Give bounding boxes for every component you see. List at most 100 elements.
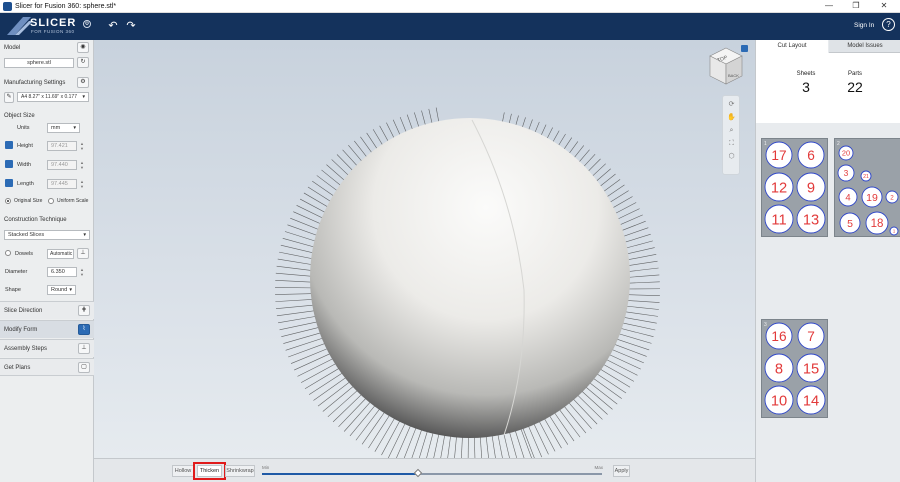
diameter-field[interactable]: 6.350 [47, 267, 77, 277]
brand-subtitle: FOR FUSION 360 [31, 29, 75, 34]
part-number: 13 [803, 212, 819, 228]
sheet-size-select[interactable]: A4 8.27" x 11.69" x 0.177 [17, 92, 89, 102]
original-size-radio[interactable] [5, 198, 11, 204]
nav-label: Slice Direction [4, 308, 43, 314]
part-number: 2 [890, 194, 894, 201]
construction-header: Construction Technique [4, 217, 67, 223]
zoom-icon[interactable]: ⌕ [727, 126, 736, 135]
part-number: 8 [775, 361, 783, 377]
width-icon [5, 160, 13, 168]
refresh-icon[interactable]: ↻ [77, 57, 89, 68]
help-button[interactable]: ? [882, 18, 895, 31]
sign-in-link[interactable]: Sign In [854, 22, 874, 29]
fit-view-icon[interactable]: ⛶ [727, 139, 736, 148]
app-icon [3, 2, 12, 11]
tab-model-issues[interactable]: Model Issues [829, 40, 900, 53]
uniform-scale-label: Uniform Scale [57, 198, 89, 204]
nav-label: Modify Form [4, 327, 38, 333]
sheet-2[interactable]: 2 20 3 21 4 19 2 5 18 1 [834, 138, 900, 237]
apply-button[interactable]: Apply [613, 465, 630, 477]
assembly-steps-icon: ⊥ [78, 343, 90, 354]
diameter-stepper[interactable]: ▲ ▼ [79, 267, 85, 277]
slice-direction-icon: ⋕ [78, 305, 90, 316]
3d-viewport[interactable]: TOP BACK ⟳ ✋ ⌕ ⛶ ⬡ [94, 40, 755, 458]
window-title: Slicer for Fusion 360: sphere.stl* [15, 3, 117, 10]
part-number: 4 [845, 192, 850, 203]
model-file-button[interactable]: sphere.stl [4, 58, 74, 68]
part-number: 14 [803, 393, 819, 409]
orbit-icon[interactable]: ⟳ [727, 100, 736, 109]
length-field[interactable]: 97.445 [47, 179, 77, 189]
part-number: 18 [871, 218, 884, 230]
eye-icon[interactable]: ◉ [77, 42, 89, 53]
view-cube-icon[interactable]: TOP BACK [706, 46, 746, 90]
viewport-menu-icon[interactable] [741, 45, 748, 52]
dowels-field[interactable]: Automatic [47, 249, 74, 259]
nav-modify-form[interactable]: Modify Form ⌇ [0, 320, 94, 338]
nav-assembly-steps[interactable]: Assembly Steps ⊥ [0, 339, 94, 357]
minimize-button[interactable]: — [822, 1, 836, 10]
slider-handle[interactable] [414, 468, 423, 478]
uniform-scale-radio[interactable] [48, 198, 54, 204]
layout-stats: Sheets 3 Parts 22 [756, 53, 900, 123]
view-toolbar: ⟳ ✋ ⌕ ⛶ ⬡ [722, 95, 740, 175]
width-field[interactable]: 97.440 [47, 160, 77, 170]
shrinkwrap-button[interactable]: Shrinkwrap [225, 465, 255, 477]
home-view-icon[interactable]: ⬡ [727, 152, 736, 161]
part-number: 16 [771, 329, 786, 344]
thickness-slider[interactable]: Min Max [259, 465, 609, 478]
tab-cut-layout[interactable]: Cut Layout [756, 40, 828, 53]
slider-min-label: Min [262, 465, 270, 470]
app-header: SLICER FOR FUSION 360 ⚙ ↶ ↷ Sign In ? [0, 13, 900, 40]
height-stepper[interactable]: ▲ ▼ [79, 141, 85, 151]
close-button[interactable]: ✕ [877, 1, 891, 10]
nav-slice-direction[interactable]: Slice Direction ⋕ [0, 301, 94, 319]
left-panel: Model ◉ sphere.stl ↻ Manufacturing Setti… [0, 40, 94, 482]
dowels-radio[interactable] [5, 250, 11, 256]
units-label: Units [17, 125, 30, 131]
height-field[interactable]: 97.421 [47, 141, 77, 151]
part-number: 20 [842, 149, 850, 158]
original-size-label: Original Size [14, 198, 43, 204]
part-number: 5 [847, 218, 853, 230]
thicken-highlight [193, 462, 226, 480]
get-plans-icon: ▢ [78, 362, 90, 373]
modify-form-icon: ⌇ [78, 324, 90, 335]
pencil-icon[interactable]: ✎ [4, 92, 14, 103]
sheet-3[interactable]: 3 16 7 8 15 10 14 [761, 319, 828, 418]
sheet-1[interactable]: 1 17 6 12 9 11 13 [761, 138, 828, 237]
shape-label: Shape [5, 287, 21, 293]
dowel-settings-icon[interactable]: ⊥ [77, 248, 89, 259]
units-select[interactable]: mm [47, 123, 80, 133]
maximize-button[interactable]: ❐ [849, 1, 863, 10]
parts-label: Parts [847, 71, 862, 77]
width-stepper[interactable]: ▲ ▼ [79, 160, 85, 170]
width-label: Width [17, 162, 32, 168]
part-number: 7 [807, 329, 815, 344]
gear-icon[interactable]: ⚙ [77, 77, 89, 88]
length-stepper[interactable]: ▲ ▼ [79, 179, 85, 189]
part-number: 15 [803, 361, 819, 377]
length-icon [5, 179, 13, 187]
dowels-label: Dowels [15, 251, 34, 257]
right-panel: Cut Layout Model Issues Sheets 3 Parts 2… [755, 40, 900, 482]
part-number: 6 [807, 148, 815, 163]
sheet-number: 1 [764, 141, 767, 147]
sphere-model[interactable] [94, 40, 755, 458]
nav-label: Assembly Steps [4, 346, 48, 352]
model-header: Model [4, 45, 21, 51]
pan-hand-icon[interactable]: ✋ [727, 113, 736, 122]
height-label: Height [17, 143, 33, 149]
technique-select[interactable]: Stacked Slices [4, 230, 90, 240]
sheets-count: 3 [802, 79, 810, 95]
app-menu-icon[interactable]: ⚙ [83, 20, 91, 28]
manufacturing-header: Manufacturing Settings [4, 80, 66, 86]
part-number: 17 [771, 148, 786, 163]
redo-button[interactable]: ↷ [124, 19, 138, 33]
part-number: 9 [807, 180, 815, 196]
undo-button[interactable]: ↶ [106, 19, 120, 33]
nav-get-plans[interactable]: Get Plans ▢ [0, 358, 94, 376]
hollow-button[interactable]: Hollow [172, 465, 194, 477]
shape-select[interactable]: Round [47, 285, 76, 295]
nav-label: Get Plans [4, 365, 31, 371]
